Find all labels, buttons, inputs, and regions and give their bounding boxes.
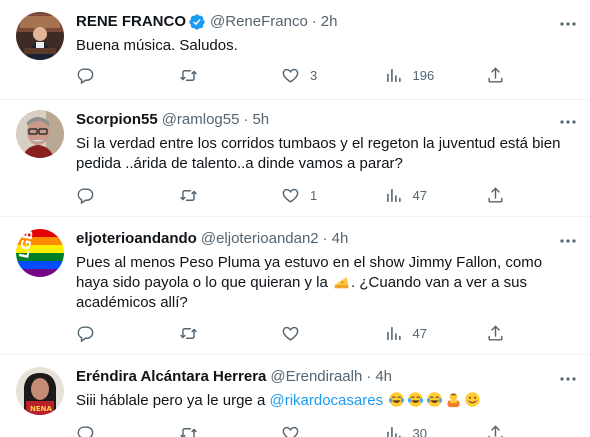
like-button[interactable] — [281, 423, 341, 437]
avatar[interactable] — [16, 110, 64, 158]
smiling-face-emoji-icon — [464, 391, 481, 408]
views-button[interactable]: 47 — [384, 185, 444, 205]
reply-icon — [77, 187, 94, 204]
views-chart-icon — [386, 426, 401, 437]
action-bar: 3 196 — [76, 65, 506, 85]
share-icon — [488, 324, 503, 341]
views-button[interactable]: 47 — [384, 323, 444, 343]
tweet-header: RENE FRANCO @ReneFranco · 2h — [76, 12, 576, 32]
views-count: 47 — [412, 187, 427, 203]
person-bowing-emoji-icon — [445, 391, 462, 408]
retweet-icon — [179, 69, 197, 81]
action-bar: 1 47 — [76, 185, 506, 205]
share-icon — [488, 186, 503, 203]
share-button[interactable] — [486, 423, 506, 437]
tweet-header: Scorpion55 @ramlog55 · 5h — [76, 110, 576, 130]
separator-dot: · — [366, 368, 372, 385]
tears-of-joy-emoji-icon — [426, 391, 443, 408]
views-button[interactable]: 196 — [384, 65, 444, 85]
heart-icon — [282, 426, 299, 437]
heart-icon — [282, 188, 299, 203]
tears-of-joy-emoji-icon — [407, 391, 424, 408]
views-count: 47 — [412, 325, 427, 341]
retweet-button[interactable] — [179, 423, 239, 437]
like-button[interactable]: 3 — [281, 65, 341, 85]
separator-dot: · — [243, 111, 249, 128]
author-name[interactable]: RENE FRANCO — [76, 12, 186, 32]
tweet-header: Eréndira Alcántara Herrera @Erendiraalh … — [76, 367, 576, 387]
timestamp[interactable]: 2h — [321, 12, 338, 32]
share-icon — [488, 424, 503, 437]
retweet-button[interactable] — [179, 65, 239, 85]
tweet-text: Siii háblale pero ya le urge a @rikardoc… — [76, 391, 576, 411]
tweet-text: Pues al menos Peso Pluma ya estuvo en el… — [76, 253, 576, 313]
author-handle[interactable]: @Erendiraalh — [270, 367, 362, 387]
heart-icon — [282, 68, 299, 83]
views-count: 30 — [412, 425, 427, 437]
tweet[interactable]: LGBT eljoterioandando @eljoterioandan2 ·… — [0, 217, 590, 355]
timestamp[interactable]: 4h — [332, 229, 349, 249]
avatar[interactable]: LGBT — [16, 229, 64, 277]
tweet[interactable]: RENE FRANCO @ReneFranco · 2h Buena músic… — [0, 0, 590, 100]
tweet-header: eljoterioandando @eljoterioandan2 · 4h — [76, 229, 576, 249]
share-button[interactable] — [486, 65, 506, 85]
timestamp[interactable]: 4h — [375, 367, 392, 387]
mention-link[interactable]: @rikardocasares — [269, 392, 383, 409]
tweet[interactable]: NENA Eréndira Alcántara Herrera @Erendir… — [0, 355, 590, 437]
views-chart-icon — [386, 68, 401, 82]
reply-button[interactable] — [76, 323, 136, 343]
like-count: 1 — [310, 187, 318, 203]
more-dots-icon[interactable] — [558, 369, 578, 389]
tears-of-joy-emoji-icon — [388, 391, 405, 408]
tweet-text-part: Siii háblale pero ya le urge a — [76, 392, 270, 409]
reply-icon — [77, 67, 94, 84]
author-name[interactable]: eljoterioandando — [76, 229, 197, 249]
views-chart-icon — [386, 326, 401, 340]
author-handle[interactable]: @eljoterioandan2 — [201, 229, 319, 249]
author-name[interactable]: Eréndira Alcántara Herrera — [76, 367, 266, 387]
author-handle[interactable]: @ReneFranco — [210, 12, 308, 32]
avatar[interactable] — [16, 12, 64, 60]
reply-icon — [77, 425, 94, 437]
tweet-text: Buena música. Saludos. — [76, 37, 238, 54]
cheese-emoji-icon — [333, 273, 350, 290]
separator-dot: · — [311, 13, 317, 30]
heart-icon — [282, 326, 299, 341]
like-button[interactable]: 1 — [281, 185, 341, 205]
retweet-button[interactable] — [179, 185, 239, 205]
like-count: 3 — [310, 67, 318, 83]
reply-feed: RENE FRANCO @ReneFranco · 2h Buena músic… — [0, 0, 590, 437]
share-button[interactable] — [486, 323, 506, 343]
retweet-icon — [179, 189, 197, 201]
separator-dot: · — [322, 230, 328, 247]
more-dots-icon[interactable] — [558, 14, 578, 34]
more-dots-icon[interactable] — [558, 231, 578, 251]
avatar[interactable]: NENA — [16, 367, 64, 415]
like-button[interactable] — [281, 323, 341, 343]
more-dots-icon[interactable] — [558, 112, 578, 132]
author-handle[interactable]: @ramlog55 — [162, 110, 240, 130]
retweet-button[interactable] — [179, 323, 239, 343]
reply-button[interactable] — [76, 65, 136, 85]
retweet-icon — [179, 327, 197, 339]
action-bar: 47 — [76, 323, 506, 343]
share-icon — [488, 66, 503, 83]
timestamp[interactable]: 5h — [252, 110, 269, 130]
avatar-nena-label: NENA — [30, 405, 52, 413]
views-button[interactable]: 30 — [384, 423, 444, 437]
tweet[interactable]: Scorpion55 @ramlog55 · 5h Si la verdad e… — [0, 100, 590, 217]
author-name[interactable]: Scorpion55 — [76, 110, 158, 130]
reply-button[interactable] — [76, 423, 136, 437]
action-bar: 30 — [76, 423, 506, 437]
share-button[interactable] — [486, 185, 506, 205]
reply-button[interactable] — [76, 185, 136, 205]
views-count: 196 — [412, 67, 435, 83]
retweet-icon — [179, 427, 197, 437]
views-chart-icon — [386, 188, 401, 202]
verified-badge-icon — [188, 13, 206, 31]
reply-icon — [77, 325, 94, 342]
tweet-text: Si la verdad entre los corridos tumbaos … — [76, 135, 565, 172]
